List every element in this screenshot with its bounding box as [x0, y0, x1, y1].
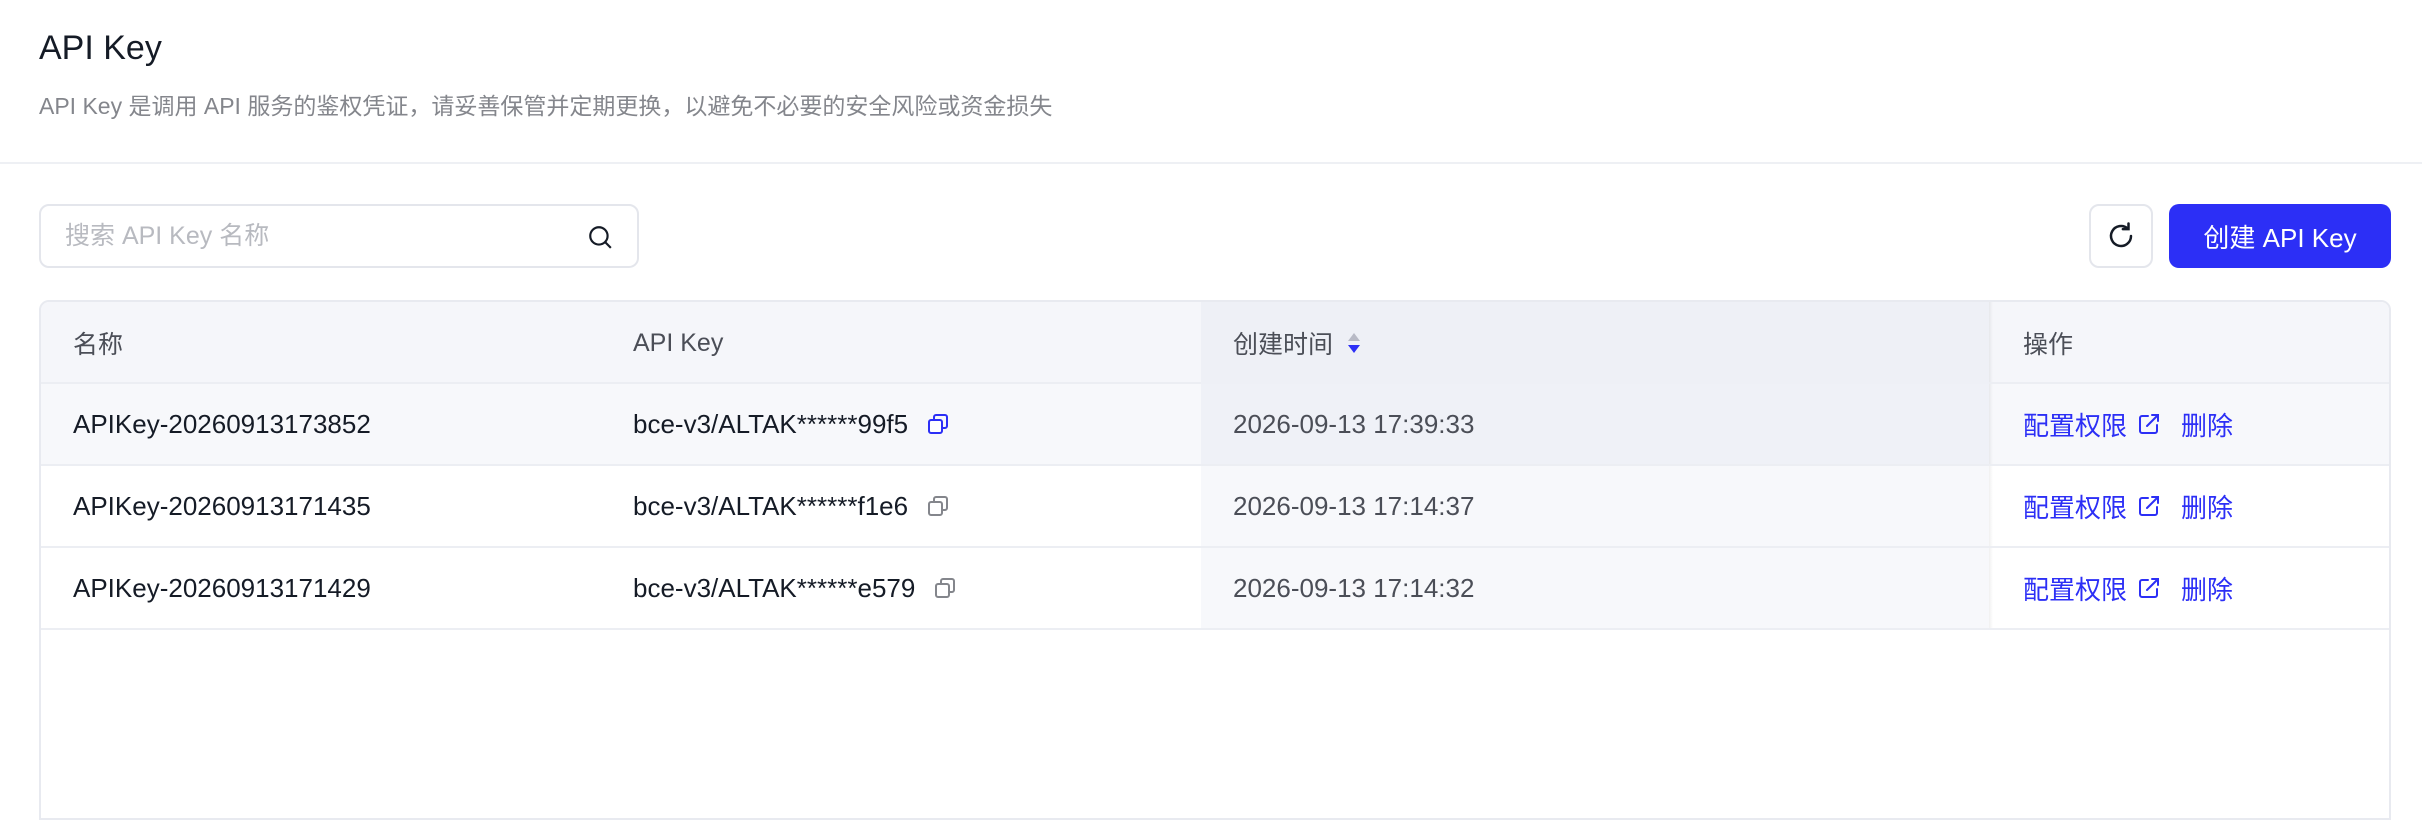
row-created-time: 2026-09-13 17:14:32 [1233, 572, 1475, 603]
config-permission-label: 配置权限 [2023, 492, 2128, 523]
row-name: APIKey-20260913171429 [73, 572, 371, 603]
table-row: APIKey-20260913171435 bce-v3/ALTAK******… [41, 466, 2389, 548]
row-actions: 配置权限 删除 [2023, 384, 2233, 464]
fixed-column-shadow [1989, 302, 1993, 382]
refresh-button[interactable] [2089, 204, 2153, 268]
row-api-key: bce-v3/ALTAK******99f5 [633, 384, 950, 464]
external-link-icon [2139, 414, 2160, 434]
row-api-key: bce-v3/ALTAK******e579 [633, 548, 957, 628]
column-header-api-key: API Key [633, 328, 724, 357]
row-actions: 配置权限 删除 [2023, 466, 2233, 546]
copy-icon[interactable] [933, 576, 957, 600]
api-key-value: bce-v3/ALTAK******f1e6 [633, 490, 909, 521]
delete-link[interactable]: 删除 [2181, 406, 2233, 443]
column-header-created-time-label: 创建时间 [1233, 331, 1334, 359]
column-header-created-time[interactable]: 创建时间 [1201, 302, 1989, 384]
create-api-key-button[interactable]: 创建 API Key [2169, 204, 2391, 268]
table-row: APIKey-20260913171429 bce-v3/ALTAK******… [41, 548, 2389, 630]
row-actions: 配置权限 删除 [2023, 548, 2233, 628]
api-key-value: bce-v3/ALTAK******e579 [633, 572, 916, 603]
copy-icon[interactable] [926, 494, 950, 518]
fixed-column-shadow [1989, 466, 1993, 546]
delete-link[interactable]: 删除 [2181, 570, 2233, 607]
config-permission-link[interactable]: 配置权限 [2023, 570, 2161, 607]
config-permission-label: 配置权限 [2023, 410, 2128, 441]
search-input[interactable] [65, 206, 565, 266]
row-name: APIKey-20260913173852 [73, 408, 371, 439]
row-created-time: 2026-09-13 17:39:33 [1233, 408, 1475, 439]
config-permission-link[interactable]: 配置权限 [2023, 488, 2161, 525]
search-icon[interactable] [587, 224, 613, 250]
fixed-column-shadow [1989, 384, 1993, 464]
external-link-icon [2139, 496, 2160, 516]
api-key-table: 名称 API Key 创建时间 操作 APIKey-20260913173852… [39, 300, 2391, 820]
row-created-time: 2026-09-13 17:14:37 [1233, 490, 1475, 521]
sort-icon[interactable] [1345, 329, 1363, 357]
table-header: 名称 API Key 创建时间 操作 [41, 302, 2389, 384]
row-api-key: bce-v3/ALTAK******f1e6 [633, 466, 950, 546]
table-row: APIKey-20260913173852 bce-v3/ALTAK******… [41, 384, 2389, 466]
page-title: API Key [39, 29, 162, 67]
fixed-column-shadow [1989, 548, 1993, 628]
config-permission-link[interactable]: 配置权限 [2023, 406, 2161, 443]
column-header-actions: 操作 [2023, 331, 2074, 359]
row-name: APIKey-20260913171435 [73, 490, 371, 521]
page-header: API Key API Key 是调用 API 服务的鉴权凭证，请妥善保管并定期… [0, 0, 2422, 164]
page-description: API Key 是调用 API 服务的鉴权凭证，请妥善保管并定期更换，以避免不必… [39, 93, 1053, 119]
config-permission-label: 配置权限 [2023, 574, 2128, 605]
copy-icon[interactable] [926, 412, 950, 436]
external-link-icon [2139, 578, 2160, 598]
column-header-name: 名称 [73, 331, 124, 359]
refresh-icon [2109, 222, 2133, 248]
delete-link[interactable]: 删除 [2181, 488, 2233, 525]
api-key-value: bce-v3/ALTAK******99f5 [633, 408, 909, 439]
search-box [39, 204, 639, 268]
toolbar: 创建 API Key [39, 204, 2391, 268]
